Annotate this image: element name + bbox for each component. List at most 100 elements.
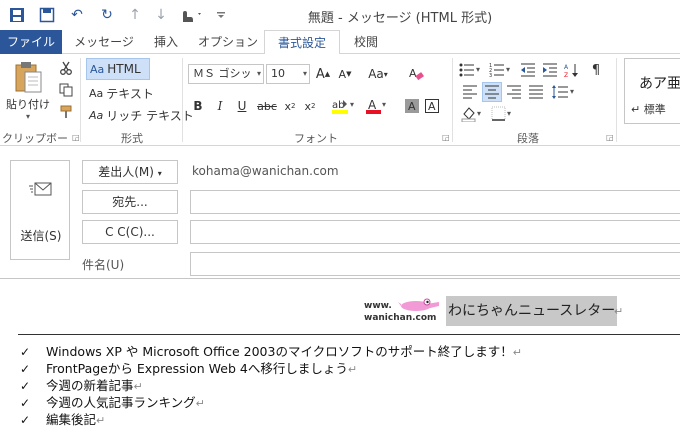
tab-options[interactable]: オプション: [190, 30, 266, 54]
send-envelope-icon: [29, 182, 52, 196]
italic-icon[interactable]: I: [212, 96, 228, 116]
group-divider: [80, 58, 81, 142]
tab-insert[interactable]: 挿入: [142, 30, 190, 54]
cc-field[interactable]: [190, 220, 680, 244]
window-title: 無題 - メッセージ (HTML 形式): [307, 11, 493, 26]
font-group-label: フォント: [294, 132, 338, 145]
paragraph-launcher-icon[interactable]: ◲: [606, 133, 614, 142]
line-spacing-icon[interactable]: ▾: [550, 82, 578, 102]
newsletter-title[interactable]: わにちゃんニュースレター: [446, 296, 618, 326]
grow-font-icon[interactable]: A ▲: [314, 64, 332, 84]
send-label: 送信(S): [20, 229, 62, 243]
checkmark-icon: ✓: [20, 362, 31, 376]
chevron-down-icon: ▾: [302, 69, 307, 78]
font-name-combo[interactable]: ＭＳ ゴシッ ▾: [188, 64, 264, 84]
ribbon: 貼り付け ▾ クリップボード ◲ Aa HTML Aa テキスト Aa リッチ …: [0, 54, 680, 161]
message-body[interactable]: www. wanichan.com わにちゃんニュースレター ↵ ✓ Window…: [0, 278, 680, 438]
strikethrough-icon[interactable]: abc: [256, 96, 278, 116]
paragraph-mark: ↵: [614, 305, 624, 318]
svg-text:A: A: [409, 67, 417, 80]
plain-text-format-icon: Aa: [89, 86, 104, 100]
svg-text:ab: ab: [332, 100, 344, 111]
list-item[interactable]: ✓ 編集後記↵: [20, 411, 522, 428]
tab-file[interactable]: ファイル: [0, 30, 62, 54]
list-item[interactable]: ✓ 今週の新着記事↵: [20, 377, 522, 394]
clipboard-icon: [15, 62, 42, 93]
format-rich-text-button[interactable]: Aa リッチ テキスト: [89, 105, 194, 125]
clipboard-launcher-icon[interactable]: ◲: [72, 133, 80, 142]
paragraph-group-label: 段落: [517, 132, 539, 145]
list-item[interactable]: ✓ Windows XP や Microsoft Office 2003のマイクロ…: [20, 343, 522, 360]
change-case-icon[interactable]: Aa ▾: [364, 64, 392, 84]
svg-text:3: 3: [489, 73, 492, 78]
numbering-icon[interactable]: 1 2 3 ▾: [488, 60, 514, 80]
svg-text:▾: ▾: [507, 109, 511, 118]
character-shading-icon[interactable]: A: [404, 96, 420, 116]
subject-label: 件名(U): [82, 258, 125, 272]
highlight-icon[interactable]: ab ▾: [330, 96, 358, 116]
tab-review[interactable]: 校閲: [340, 30, 392, 54]
svg-text:▾: ▾: [506, 65, 510, 74]
chevron-down-icon: ▾: [256, 69, 261, 78]
subscript-icon[interactable]: x2: [282, 96, 298, 116]
format-plain-text-button[interactable]: Aa テキスト: [89, 83, 154, 103]
superscript-icon[interactable]: x2: [302, 96, 318, 116]
font-color-icon[interactable]: A ▾: [364, 96, 390, 116]
copy-icon[interactable]: [56, 80, 76, 100]
styles-gallery[interactable]: あア亜 ↵ 標準: [624, 58, 680, 124]
list-item[interactable]: ✓ 今週の人気記事ランキング↵: [20, 394, 522, 411]
from-value: kohama@wanichan.com: [192, 164, 339, 178]
shrink-font-icon[interactable]: A ▼: [336, 64, 354, 84]
align-center-icon[interactable]: [482, 82, 502, 102]
horizontal-rule: [18, 334, 680, 335]
shading-icon[interactable]: ▾: [460, 104, 486, 124]
svg-text:▾: ▾: [382, 100, 386, 109]
bold-icon[interactable]: B: [190, 96, 206, 116]
show-formatting-marks-icon[interactable]: ¶: [586, 60, 606, 80]
checkmark-icon: ✓: [20, 396, 31, 410]
borders-icon[interactable]: ▾: [490, 104, 516, 124]
style-preview-text: あア亜: [639, 76, 680, 92]
send-button[interactable]: 送信(S): [10, 160, 70, 260]
list-item[interactable]: ✓ FrontPageから Expression Web 4へ移行しましょう↵: [20, 360, 522, 377]
align-left-icon[interactable]: [460, 82, 480, 102]
paste-button[interactable]: 貼り付け ▾: [6, 60, 50, 126]
tab-format-text[interactable]: 書式設定: [264, 30, 340, 55]
checkmark-icon: ✓: [20, 379, 31, 393]
sort-icon[interactable]: AZ: [562, 60, 582, 80]
group-divider: [616, 58, 617, 142]
checkmark-icon: ✓: [20, 345, 31, 359]
underline-icon[interactable]: U: [234, 96, 250, 116]
increase-indent-icon[interactable]: [540, 60, 560, 80]
align-right-icon[interactable]: [504, 82, 524, 102]
message-header: 送信(S) 差出人(M) ▾ kohama@wanichan.com 宛先...…: [0, 146, 680, 278]
format-group-label: 形式: [121, 132, 143, 145]
from-button[interactable]: 差出人(M) ▾: [82, 160, 178, 184]
tab-message[interactable]: メッセージ: [66, 30, 142, 54]
group-divider: [182, 58, 183, 142]
font-size-combo[interactable]: 10 ▾: [266, 64, 310, 84]
cc-button[interactable]: C C(C)...: [82, 220, 178, 244]
svg-text:▾: ▾: [350, 100, 354, 109]
to-field[interactable]: [190, 190, 680, 214]
ribbon-tabs: ファイル メッセージ 挿入 オプション 書式設定 校閲: [0, 30, 680, 55]
to-button[interactable]: 宛先...: [82, 190, 178, 214]
format-painter-icon[interactable]: [56, 102, 76, 122]
html-format-icon: Aa: [90, 62, 105, 76]
cut-icon[interactable]: [56, 58, 76, 78]
bullets-icon[interactable]: ▾: [458, 60, 484, 80]
clear-formatting-icon[interactable]: A: [406, 64, 426, 84]
font-launcher-icon[interactable]: ◲: [442, 133, 450, 142]
format-html-button[interactable]: Aa HTML: [86, 58, 150, 80]
decrease-indent-icon[interactable]: [518, 60, 538, 80]
svg-text:A: A: [408, 100, 416, 113]
svg-text:▾: ▾: [477, 109, 481, 118]
chevron-down-icon: ▾: [157, 169, 162, 178]
style-normal[interactable]: ↵ 標準: [631, 101, 666, 117]
paragraph-mark: ↵: [133, 380, 143, 393]
logo-domain: wanichan.com: [364, 313, 437, 323]
character-border-icon[interactable]: A: [424, 96, 440, 116]
subject-field[interactable]: [190, 252, 680, 276]
justify-icon[interactable]: [526, 82, 546, 102]
svg-text:▾: ▾: [476, 65, 480, 74]
